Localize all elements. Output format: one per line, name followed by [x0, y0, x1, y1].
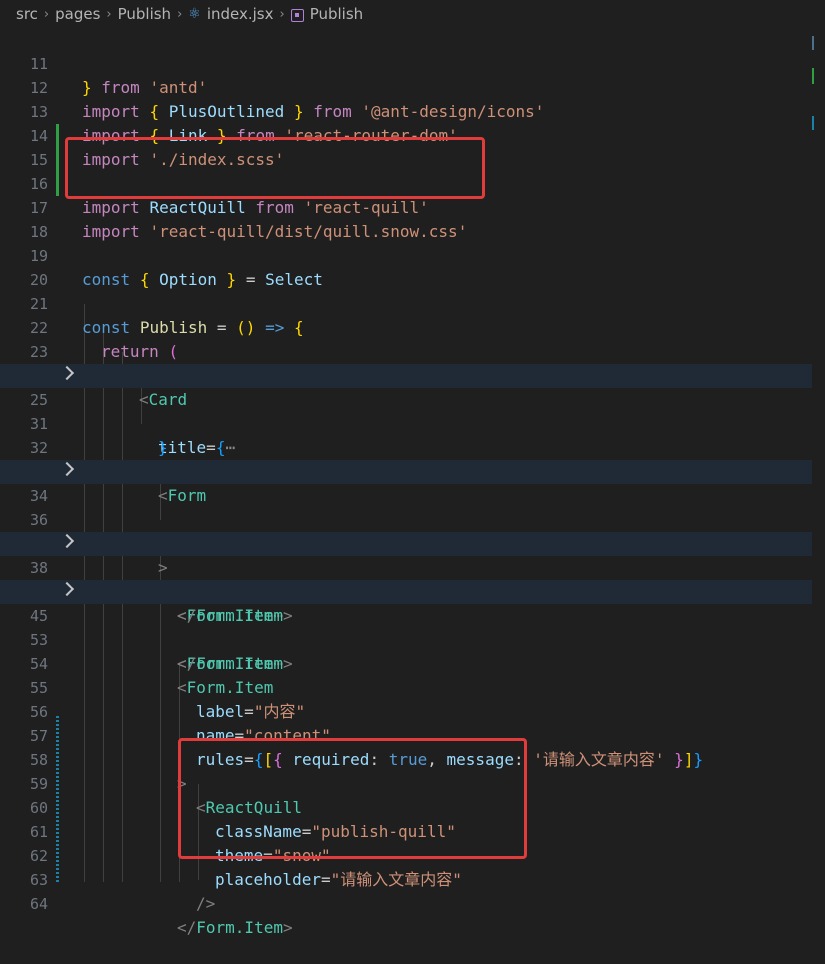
chevron-right-icon: ›: [279, 6, 285, 22]
react-file-icon: ⚛: [188, 6, 201, 22]
code-line: 54 <Form.Item: [0, 628, 812, 697]
breadcrumb-publish[interactable]: Publish: [118, 5, 171, 23]
code-editor[interactable]: 11 } from 'antd' 12 import { PlusOutline…: [0, 28, 825, 937]
code-line: 21 const Publish = () => {: [0, 268, 812, 337]
code-line: 55 label="内容": [0, 652, 812, 721]
code-line: 23 <div className="publish">: [0, 316, 812, 385]
chevron-right-icon[interactable]: [59, 461, 75, 477]
code-line: 64 </Form.Item>: [0, 868, 812, 937]
chevron-right-icon: ›: [106, 6, 112, 22]
symbol-variable-icon: [290, 8, 304, 22]
breadcrumb-pages[interactable]: pages: [55, 5, 100, 23]
code-line: 36 initialValues={{ type: 1 }}: [0, 484, 812, 553]
code-line: 12 import { PlusOutlined } from '@ant-de…: [0, 52, 812, 121]
line-code: </Form.Item>: [177, 918, 293, 937]
line-code: />: [196, 894, 216, 913]
code-line: 45 <Form.Item⋯: [0, 580, 812, 673]
chevron-right-icon[interactable]: [59, 581, 75, 597]
code-line: 24 <Card: [0, 340, 812, 409]
chevron-right-icon: ›: [43, 6, 50, 22]
code-line: 19 const { Option } = Select: [0, 220, 812, 289]
code-line: 22 return (: [0, 292, 812, 361]
code-line: 18: [0, 196, 812, 241]
code-line: 31 }: [0, 388, 812, 457]
code-line: 11 } from 'antd': [0, 28, 812, 97]
code-line: 37 >: [0, 508, 812, 577]
chevron-right-icon[interactable]: [59, 533, 75, 549]
chevron-right-icon: ›: [177, 6, 183, 22]
code-line: 56 name="content": [0, 676, 812, 745]
code-line: 44 </Form.Item>: [0, 556, 812, 625]
line-number: 64: [29, 895, 48, 913]
code-line: 20: [0, 244, 812, 289]
code-line: 34 labelCol={{ span: 4 }}⋯: [0, 460, 812, 553]
breadcrumb-file[interactable]: index.jsx: [207, 5, 274, 23]
minimap-marker: [812, 68, 814, 84]
code-line: 32 >: [0, 412, 812, 481]
breadcrumb-src[interactable]: src: [16, 5, 38, 23]
code-line: 14 import './index.scss': [0, 100, 812, 169]
highlight-box-imports: [65, 137, 485, 199]
code-line: 53 </Form.Item>: [0, 604, 812, 673]
code-line: 57 rules={[{ required: true, message: '请…: [0, 700, 812, 769]
minimap-marker: [812, 116, 814, 130]
highlight-box-reactquill: [178, 738, 527, 859]
code-line: 13 import { Link } from 'react-router-do…: [0, 76, 812, 145]
breadcrumb: src › pages › Publish › ⚛ index.jsx › Pu…: [0, 0, 825, 28]
code-line: 25 title={⋯: [0, 364, 812, 457]
chevron-right-icon[interactable]: [59, 365, 75, 381]
breadcrumb-symbol[interactable]: Publish: [310, 5, 363, 23]
code-line: 38 <Form.Item⋯: [0, 532, 812, 625]
minimap-marker: [812, 36, 814, 50]
code-line: 33 <Form: [0, 436, 812, 505]
